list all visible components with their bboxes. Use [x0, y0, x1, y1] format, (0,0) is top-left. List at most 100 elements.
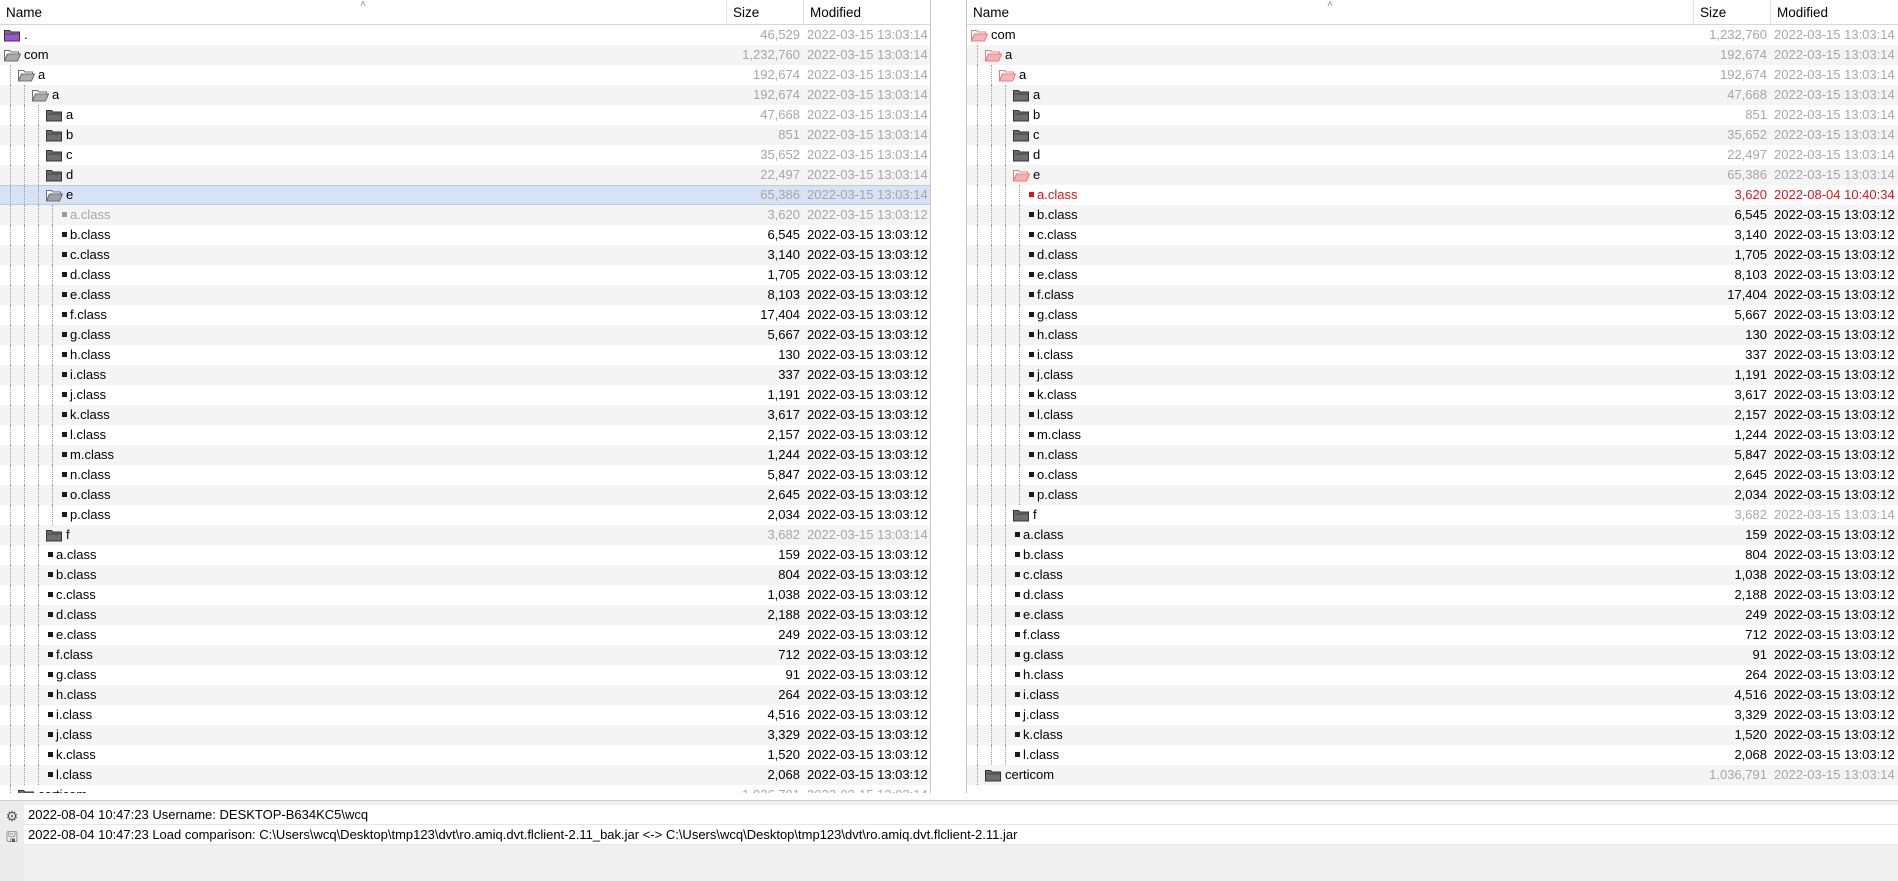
file-row[interactable]: m.class 1,244 2022-03-15 13:03:12 [967, 425, 1898, 445]
file-row[interactable]: m.class 1,244 2022-03-15 13:03:12 [0, 445, 930, 465]
folder-row[interactable]: certicom 1,036,791 2022-03-15 13:03:14 [967, 765, 1898, 785]
folder-row[interactable]: c 35,652 2022-03-15 13:03:14 [0, 145, 930, 165]
folder-open-icon[interactable] [1012, 168, 1031, 182]
file-row[interactable]: h.class 130 2022-03-15 13:03:12 [0, 345, 930, 365]
right-pane[interactable]: Name Size Modified ˄ com 1,232,760 2022-03… [967, 0, 1898, 793]
folder-open-icon[interactable] [984, 48, 1003, 62]
file-row[interactable]: k.class 3,617 2022-03-15 13:03:12 [0, 405, 930, 425]
save-icon[interactable]: 🖫 [4, 829, 20, 845]
folder-open-icon[interactable] [45, 189, 64, 202]
folder-open-icon[interactable] [17, 68, 36, 82]
size-column-header[interactable]: Size [727, 0, 804, 24]
folder-open-icon[interactable] [998, 68, 1017, 82]
pane-splitter[interactable] [930, 0, 967, 793]
file-row[interactable]: h.class 264 2022-03-15 13:03:12 [967, 665, 1898, 685]
folder-row[interactable]: . 46,529 2022-03-15 13:03:14 [0, 25, 930, 45]
left-pane[interactable]: Name Size Modified ˄ . 46,529 2022-03-15 1… [0, 0, 930, 793]
folder-row[interactable]: a 47,668 2022-03-15 13:03:14 [967, 85, 1898, 105]
file-row[interactable]: a.class 159 2022-03-15 13:03:12 [0, 545, 930, 565]
file-row[interactable]: e.class 8,103 2022-03-15 13:03:12 [0, 285, 930, 305]
folder-icon[interactable] [1013, 88, 1030, 102]
file-row[interactable]: j.class 3,329 2022-03-15 13:03:12 [0, 725, 930, 745]
folder-row[interactable]: a 47,668 2022-03-15 13:03:14 [0, 105, 930, 125]
file-row[interactable]: l.class 2,157 2022-03-15 13:03:12 [0, 425, 930, 445]
folder-icon[interactable] [1013, 128, 1030, 142]
folder-row[interactable]: e 65,386 2022-03-15 13:03:14 [0, 185, 930, 205]
file-row[interactable]: a.class 3,620 2022-08-04 10:40:34 [967, 185, 1898, 205]
file-row[interactable]: j.class 1,191 2022-03-15 13:03:12 [0, 385, 930, 405]
folder-icon[interactable] [46, 128, 63, 142]
file-row[interactable]: a.class 3,620 2022-03-15 13:03:12 [0, 205, 930, 225]
folder-row[interactable]: f 3,682 2022-03-15 13:03:14 [0, 525, 930, 545]
folder-row[interactable]: b 851 2022-03-15 13:03:14 [0, 125, 930, 145]
file-row[interactable]: h.class 264 2022-03-15 13:03:12 [0, 685, 930, 705]
folder-row[interactable]: c 35,652 2022-03-15 13:03:14 [967, 125, 1898, 145]
file-row[interactable]: l.class 2,157 2022-03-15 13:03:12 [967, 405, 1898, 425]
file-row[interactable]: f.class 712 2022-03-15 13:03:12 [967, 625, 1898, 645]
file-row[interactable]: d.class 1,705 2022-03-15 13:03:12 [967, 245, 1898, 265]
file-row[interactable]: l.class 2,068 2022-03-15 13:03:12 [0, 765, 930, 785]
size-column-header[interactable]: Size [1694, 0, 1771, 24]
file-row[interactable]: i.class 4,516 2022-03-15 13:03:12 [0, 705, 930, 725]
file-row[interactable]: n.class 5,847 2022-03-15 13:03:12 [967, 445, 1898, 465]
folder-row[interactable]: a 192,674 2022-03-15 13:03:14 [0, 65, 930, 85]
file-row[interactable]: p.class 2,034 2022-03-15 13:03:12 [0, 505, 930, 525]
folder-open-icon[interactable] [4, 28, 21, 42]
file-row[interactable]: c.class 1,038 2022-03-15 13:03:12 [0, 585, 930, 605]
file-row[interactable]: g.class 5,667 2022-03-15 13:03:12 [967, 305, 1898, 325]
folder-row[interactable]: b 851 2022-03-15 13:03:14 [967, 105, 1898, 125]
folder-open-icon[interactable] [970, 28, 989, 42]
file-row[interactable]: b.class 804 2022-03-15 13:03:12 [0, 565, 930, 585]
file-row[interactable]: e.class 249 2022-03-15 13:03:12 [0, 625, 930, 645]
folder-row[interactable]: e 65,386 2022-03-15 13:03:14 [967, 165, 1898, 185]
folder-icon[interactable] [1013, 108, 1030, 122]
file-row[interactable]: f.class 712 2022-03-15 13:03:12 [0, 645, 930, 665]
file-tree-right[interactable]: com 1,232,760 2022-03-15 13:03:14 a 192,674 2… [967, 25, 1898, 793]
folder-row[interactable]: com 1,232,760 2022-03-15 13:03:14 [0, 45, 930, 65]
file-row[interactable]: f.class 17,404 2022-03-15 13:03:12 [967, 285, 1898, 305]
folder-icon[interactable] [1013, 508, 1030, 522]
file-row[interactable]: e.class 8,103 2022-03-15 13:03:12 [967, 265, 1898, 285]
gear-icon[interactable]: ⚙ [4, 808, 20, 824]
file-row[interactable]: d.class 2,188 2022-03-15 13:03:12 [0, 605, 930, 625]
modified-column-header[interactable]: Modified [804, 0, 930, 24]
folder-icon[interactable] [1013, 148, 1030, 162]
file-row[interactable]: c.class 1,038 2022-03-15 13:03:12 [967, 565, 1898, 585]
file-row[interactable]: j.class 1,191 2022-03-15 13:03:12 [967, 365, 1898, 385]
file-row[interactable]: k.class 1,520 2022-03-15 13:03:12 [967, 725, 1898, 745]
file-row[interactable]: o.class 2,645 2022-03-15 13:03:12 [0, 485, 930, 505]
file-row[interactable]: c.class 3,140 2022-03-15 13:03:12 [967, 225, 1898, 245]
file-row[interactable]: e.class 249 2022-03-15 13:03:12 [967, 605, 1898, 625]
file-row[interactable]: b.class 804 2022-03-15 13:03:12 [967, 545, 1898, 565]
folder-icon[interactable] [46, 108, 63, 122]
file-row[interactable]: h.class 130 2022-03-15 13:03:12 [967, 325, 1898, 345]
folder-row[interactable]: a 192,674 2022-03-15 13:03:14 [967, 65, 1898, 85]
file-row[interactable]: b.class 6,545 2022-03-15 13:03:12 [0, 225, 930, 245]
folder-row[interactable]: d 22,497 2022-03-15 13:03:14 [0, 165, 930, 185]
folder-row[interactable]: a 192,674 2022-03-15 13:03:14 [0, 85, 930, 105]
file-row[interactable]: j.class 3,329 2022-03-15 13:03:12 [967, 705, 1898, 725]
file-row[interactable]: i.class 4,516 2022-03-15 13:03:12 [967, 685, 1898, 705]
file-row[interactable]: l.class 2,068 2022-03-15 13:03:12 [967, 745, 1898, 765]
folder-icon[interactable] [18, 788, 35, 793]
file-row[interactable]: d.class 2,188 2022-03-15 13:03:12 [967, 585, 1898, 605]
file-row[interactable]: a.class 159 2022-03-15 13:03:12 [967, 525, 1898, 545]
file-row[interactable]: g.class 91 2022-03-15 13:03:12 [967, 645, 1898, 665]
file-row[interactable]: c.class 3,140 2022-03-15 13:03:12 [0, 245, 930, 265]
file-row[interactable]: g.class 5,667 2022-03-15 13:03:12 [0, 325, 930, 345]
folder-icon[interactable] [46, 148, 63, 162]
file-row[interactable]: i.class 337 2022-03-15 13:03:12 [0, 365, 930, 385]
folder-row[interactable]: com 1,232,760 2022-03-15 13:03:14 [967, 25, 1898, 45]
file-row[interactable]: k.class 3,617 2022-03-15 13:03:12 [967, 385, 1898, 405]
file-row[interactable]: i.class 337 2022-03-15 13:03:12 [967, 345, 1898, 365]
folder-icon[interactable] [46, 168, 63, 182]
file-row[interactable]: b.class 6,545 2022-03-15 13:03:12 [967, 205, 1898, 225]
folder-row[interactable]: certicom 1,036,791 2022-03-15 13:03:14 [0, 785, 930, 793]
folder-icon[interactable] [46, 528, 63, 542]
folder-open-icon[interactable] [31, 88, 50, 102]
folder-row[interactable]: d 22,497 2022-03-15 13:03:14 [967, 145, 1898, 165]
file-row[interactable]: n.class 5,847 2022-03-15 13:03:12 [0, 465, 930, 485]
file-row[interactable]: d.class 1,705 2022-03-15 13:03:12 [0, 265, 930, 285]
folder-row[interactable]: a 192,674 2022-03-15 13:03:14 [967, 45, 1898, 65]
file-row[interactable]: f.class 17,404 2022-03-15 13:03:12 [0, 305, 930, 325]
